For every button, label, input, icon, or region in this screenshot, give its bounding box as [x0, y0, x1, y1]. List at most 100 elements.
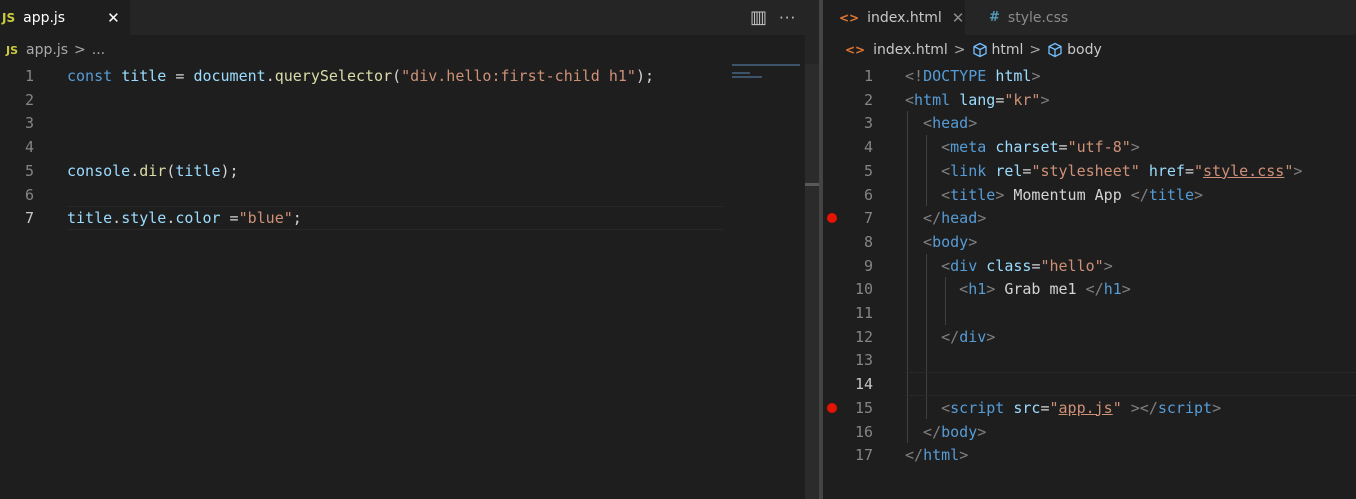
code-text: console.dir(title); [67, 161, 239, 180]
line-number: 16 [854, 422, 873, 441]
editor-split-divider[interactable] [805, 0, 823, 499]
breadcrumb-separator: > [1029, 42, 1042, 58]
scrollbar-thumb[interactable] [805, 183, 819, 186]
right-editor-group: <> index.html ✕ # style.css <> index.htm… [823, 0, 1356, 499]
code-text: <title> Momentum App </title> [905, 185, 1204, 204]
breadcrumb-node-html[interactable]: html [992, 42, 1024, 58]
line-number: 1 [24, 67, 34, 85]
code-text: <html lang="kr"> [905, 90, 1050, 109]
code-text: </div> [905, 327, 996, 346]
code-line[interactable]: 3 <head> [823, 111, 1356, 135]
code-line[interactable]: 1 <!DOCTYPE html> [823, 64, 1356, 88]
tab-label: style.css [1007, 9, 1069, 26]
code-text: </body> [905, 422, 987, 441]
code-editor-app-js[interactable]: 1 const title = document.querySelector("d… [0, 64, 805, 499]
code-line[interactable]: 5 console.dir(title); [0, 159, 805, 183]
line-number: 5 [24, 161, 34, 180]
line-number: 1 [863, 67, 873, 85]
code-text: <script src="app.js" ></script> [905, 398, 1222, 417]
element-cube-icon [972, 42, 987, 58]
line-number: 6 [24, 185, 34, 204]
breadcrumb-file[interactable]: app.js [26, 42, 68, 58]
code-text: <div class="hello"> [905, 256, 1113, 275]
tab-app-js[interactable]: JS app.js ✕ [0, 0, 130, 35]
breadcrumb-separator: > [953, 42, 966, 58]
close-tab-icon[interactable]: ✕ [952, 9, 965, 27]
code-text: <h1> Grab me1 </h1> [905, 280, 1131, 299]
close-tab-icon[interactable]: ✕ [107, 9, 120, 27]
code-text: <head> [905, 114, 978, 133]
line-number: 3 [863, 114, 873, 133]
code-line[interactable]: 1 const title = document.querySelector("d… [0, 64, 805, 88]
line-number: 2 [24, 90, 34, 109]
line-number: 3 [24, 114, 34, 133]
line-number: 4 [24, 138, 34, 157]
line-number: 10 [854, 280, 873, 299]
breadcrumb-ellipsis[interactable]: ... [92, 42, 105, 58]
js-file-icon: JS [2, 10, 16, 25]
css-file-icon: # [989, 10, 1000, 25]
code-line[interactable]: 12 </div> [823, 325, 1356, 349]
line-number: 9 [863, 256, 873, 275]
code-line[interactable]: 6 <title> Momentum App </title> [823, 183, 1356, 207]
code-line[interactable]: 11 [823, 301, 1356, 325]
code-line[interactable]: 4 [0, 135, 805, 159]
code-line[interactable]: 7 </head> [823, 206, 1356, 230]
line-number: 15 [854, 398, 873, 417]
tab-label: app.js [23, 9, 66, 26]
line-number: 11 [854, 304, 873, 322]
code-line[interactable]: 16 </body> [823, 420, 1356, 444]
more-actions-icon[interactable]: ··· [779, 9, 796, 27]
element-cube-icon [1048, 42, 1062, 58]
js-file-icon: JS [6, 43, 19, 57]
code-line[interactable]: 5 <link rel="stylesheet" href="style.css… [823, 159, 1356, 183]
line-number: 17 [854, 446, 873, 465]
code-line[interactable]: 8 <body> [823, 230, 1356, 254]
tab-index-html[interactable]: <> index.html ✕ [823, 0, 965, 35]
code-line[interactable]: 6 [0, 183, 805, 207]
line-number: 12 [854, 327, 873, 346]
line-number: 6 [863, 185, 873, 204]
code-line[interactable]: 2 <html lang="kr"> [823, 88, 1356, 112]
tab-style-css[interactable]: # style.css [973, 0, 1093, 35]
breakpoint-icon[interactable] [827, 402, 837, 413]
line-number: 14 [854, 375, 873, 394]
code-line[interactable]: 9 <div class="hello"> [823, 254, 1356, 278]
code-editor-index-html[interactable]: 1 <!DOCTYPE html> 2 <html lang="kr"> 3 <head… [823, 64, 1356, 499]
code-text: const title = document.querySelector("di… [67, 67, 655, 85]
code-line[interactable]: 10 <h1> Grab me1 </h1> [823, 277, 1356, 301]
code-line[interactable]: 15 <script src="app.js" ></script> [823, 396, 1356, 420]
line-number: 2 [863, 90, 873, 109]
line-number: 5 [863, 161, 873, 180]
line-number: 7 [24, 209, 34, 228]
line-number: 8 [863, 232, 873, 251]
left-editor-group: JS app.js ✕ ▥ ··· JS app.js > ... 1 const… [0, 0, 805, 499]
line-number: 13 [854, 351, 873, 370]
code-text: title.style.color ="blue"; [67, 209, 302, 228]
html-file-icon: <> [845, 43, 866, 57]
breadcrumb-separator: > [74, 42, 86, 58]
code-text: <!DOCTYPE html> [905, 67, 1041, 85]
code-text: <meta charset="utf-8"> [905, 138, 1140, 157]
code-line[interactable]: 3 [0, 111, 805, 135]
vertical-scrollbar[interactable] [805, 64, 819, 499]
breadcrumb-node-body[interactable]: body [1067, 42, 1102, 58]
code-line[interactable]: 13 [823, 348, 1356, 372]
minimap[interactable] [731, 64, 803, 84]
code-text: <link rel="stylesheet" href="style.css"> [905, 161, 1303, 180]
code-line[interactable]: 2 [0, 88, 805, 112]
line-number: 4 [863, 138, 873, 157]
editor-actions: ▥ ··· [750, 0, 796, 35]
code-line[interactable]: 17 </html> [823, 443, 1356, 467]
html-file-icon: <> [839, 10, 860, 25]
breadcrumb-file[interactable]: index.html [873, 42, 948, 58]
right-tab-bar: <> index.html ✕ # style.css [823, 0, 1356, 35]
code-line[interactable]: 7 title.style.color ="blue"; [0, 206, 805, 230]
code-line[interactable]: 14 [823, 372, 1356, 396]
code-text: </head> [905, 209, 987, 228]
split-editor-icon[interactable]: ▥ [750, 7, 767, 28]
breadcrumb: JS app.js > ... [0, 36, 805, 64]
code-text: </html> [905, 446, 969, 465]
breadcrumb: <> index.html > html > body [823, 36, 1356, 64]
code-line[interactable]: 4 <meta charset="utf-8"> [823, 135, 1356, 159]
